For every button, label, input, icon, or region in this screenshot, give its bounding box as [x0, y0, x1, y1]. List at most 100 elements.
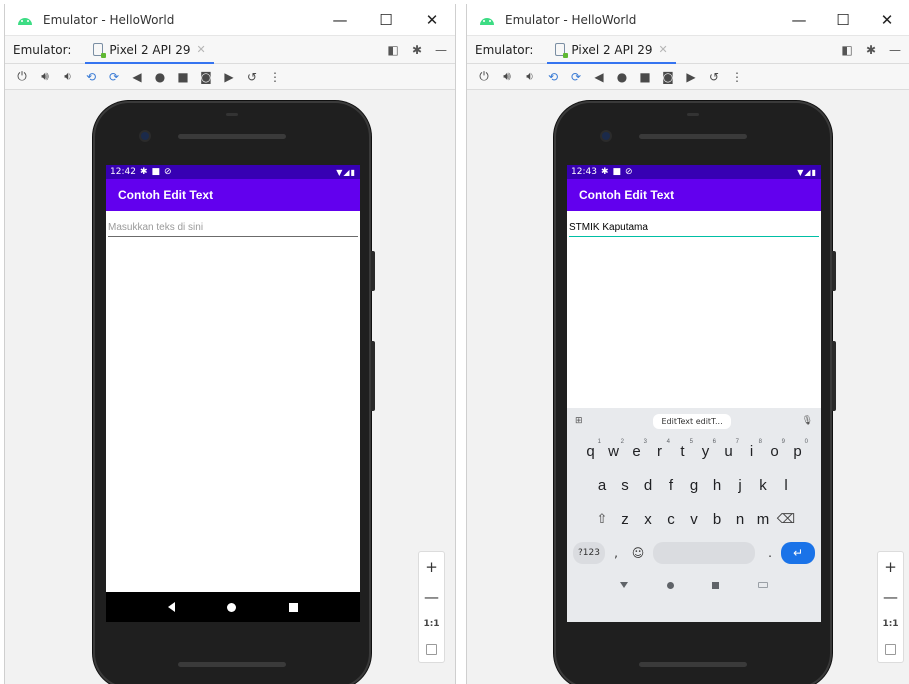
gear-icon[interactable]: ✱: [407, 36, 427, 64]
power-side-button[interactable]: [832, 251, 836, 291]
zoom-actual-size-button[interactable]: 1:1: [882, 619, 898, 629]
title-bar[interactable]: Emulator - HelloWorld — ☐ ✕: [467, 4, 909, 36]
rotate-right-icon[interactable]: ⟳: [565, 66, 587, 88]
zoom-fit-icon[interactable]: [885, 643, 896, 655]
mic-icon[interactable]: 🎙︎: [802, 416, 813, 426]
backspace-key[interactable]: ⌫: [775, 511, 798, 527]
zoom-actual-size-button[interactable]: 1:1: [423, 619, 439, 629]
snapshot-icon[interactable]: ↺: [703, 66, 725, 88]
back-icon[interactable]: ◀: [588, 66, 610, 88]
zoom-in-button[interactable]: +: [884, 559, 897, 575]
key-z[interactable]: z: [614, 511, 637, 528]
period-key[interactable]: .: [759, 546, 781, 560]
comma-key[interactable]: ,: [605, 546, 627, 560]
enter-key[interactable]: ↵: [781, 542, 815, 564]
rotate-left-icon[interactable]: ⟲: [80, 66, 102, 88]
key-j[interactable]: j: [729, 477, 752, 494]
volume-down-icon[interactable]: 🔉︎: [519, 66, 541, 88]
clipboard-suggestion-chip[interactable]: EditText editT...: [653, 413, 731, 429]
back-icon[interactable]: ◀: [126, 66, 148, 88]
zoom-in-button[interactable]: +: [425, 559, 438, 575]
device-tab[interactable]: Pixel 2 API 29 ✕: [85, 36, 215, 64]
edit-text-field[interactable]: Masukkan teks di sini: [108, 221, 358, 237]
volume-side-button[interactable]: [832, 341, 836, 411]
volume-down-icon[interactable]: 🔉︎: [57, 66, 79, 88]
key-o[interactable]: o9: [763, 439, 786, 460]
key-u[interactable]: u7: [717, 439, 740, 460]
home-icon[interactable]: ●: [611, 66, 633, 88]
screenshot-icon[interactable]: ◙: [657, 66, 679, 88]
key-i[interactable]: i8: [740, 439, 763, 460]
rotate-left-icon[interactable]: ⟲: [542, 66, 564, 88]
screenshot-icon[interactable]: ◙: [195, 66, 217, 88]
key-m[interactable]: m: [752, 511, 775, 528]
layout-icon[interactable]: ◧: [383, 36, 403, 64]
overview-icon[interactable]: ■: [172, 66, 194, 88]
snapshot-icon[interactable]: ↺: [241, 66, 263, 88]
device-screen[interactable]: 12:42 ✱ ■ ⊘ ▼◢▮ Contoh Edit Text Masukka…: [106, 165, 360, 622]
key-l[interactable]: l: [775, 477, 798, 494]
zoom-out-button[interactable]: —: [883, 589, 898, 605]
screen-record-icon[interactable]: ▶: [218, 66, 240, 88]
zoom-out-button[interactable]: —: [424, 589, 439, 605]
key-k[interactable]: k: [752, 477, 775, 494]
key-r[interactable]: r4: [648, 439, 671, 460]
key-b[interactable]: b: [706, 511, 729, 528]
edit-text-field[interactable]: STMIK Kaputama: [569, 221, 819, 237]
maximize-button[interactable]: ☐: [363, 4, 409, 36]
key-a[interactable]: a: [591, 477, 614, 494]
key-t[interactable]: t5: [671, 439, 694, 460]
overview-icon[interactable]: ■: [634, 66, 656, 88]
keyboard-switch-icon[interactable]: [757, 582, 768, 588]
key-d[interactable]: d: [637, 477, 660, 494]
title-bar[interactable]: Emulator - HelloWorld — ☐ ✕: [5, 4, 455, 36]
key-c[interactable]: c: [660, 511, 683, 528]
shift-key[interactable]: ⇧: [591, 511, 614, 527]
symbols-key[interactable]: ?123: [573, 542, 605, 564]
key-f[interactable]: f: [660, 477, 683, 494]
close-button[interactable]: ✕: [865, 4, 909, 36]
tab-close-icon[interactable]: ✕: [196, 43, 205, 56]
key-n[interactable]: n: [729, 511, 752, 528]
nav-recent-icon[interactable]: [288, 602, 298, 612]
power-side-button[interactable]: [371, 251, 375, 291]
more-icon[interactable]: ⋮: [726, 66, 748, 88]
close-button[interactable]: ✕: [409, 4, 455, 36]
hide-icon[interactable]: —: [885, 36, 905, 64]
layout-icon[interactable]: ◧: [837, 36, 857, 64]
key-h[interactable]: h: [706, 477, 729, 494]
key-q[interactable]: q1: [579, 439, 602, 460]
key-x[interactable]: x: [637, 511, 660, 528]
screen-record-icon[interactable]: ▶: [680, 66, 702, 88]
key-v[interactable]: v: [683, 511, 706, 528]
device-tab[interactable]: Pixel 2 API 29 ✕: [547, 36, 677, 64]
nav-recent-icon[interactable]: [712, 581, 720, 589]
volume-up-icon[interactable]: 🔊︎: [34, 66, 56, 88]
apps-grid-icon[interactable]: ⊞: [575, 416, 583, 426]
power-icon[interactable]: ⏻: [473, 66, 495, 88]
zoom-fit-icon[interactable]: [426, 643, 437, 655]
nav-home-icon[interactable]: [227, 602, 237, 612]
more-icon[interactable]: ⋮: [264, 66, 286, 88]
key-w[interactable]: w2: [602, 439, 625, 460]
tab-close-icon[interactable]: ✕: [658, 43, 667, 56]
volume-up-icon[interactable]: 🔊︎: [496, 66, 518, 88]
home-icon[interactable]: ●: [149, 66, 171, 88]
key-g[interactable]: g: [683, 477, 706, 494]
space-key[interactable]: [653, 542, 755, 564]
gear-icon[interactable]: ✱: [861, 36, 881, 64]
nav-back-icon[interactable]: [168, 602, 176, 612]
minimize-button[interactable]: —: [317, 4, 363, 36]
emoji-icon[interactable]: ☺: [627, 546, 649, 560]
nav-home-icon[interactable]: [666, 581, 674, 589]
key-y[interactable]: y6: [694, 439, 717, 460]
key-s[interactable]: s: [614, 477, 637, 494]
key-p[interactable]: p0: [786, 439, 809, 460]
minimize-button[interactable]: —: [777, 4, 821, 36]
device-screen[interactable]: 12:43 ✱ ■ ⊘ ▼◢▮ Contoh Edit Text STMIK K…: [567, 165, 821, 622]
key-e[interactable]: e3: [625, 439, 648, 460]
rotate-right-icon[interactable]: ⟳: [103, 66, 125, 88]
hide-icon[interactable]: —: [431, 36, 451, 64]
power-icon[interactable]: ⏻: [11, 66, 33, 88]
volume-side-button[interactable]: [371, 341, 375, 411]
